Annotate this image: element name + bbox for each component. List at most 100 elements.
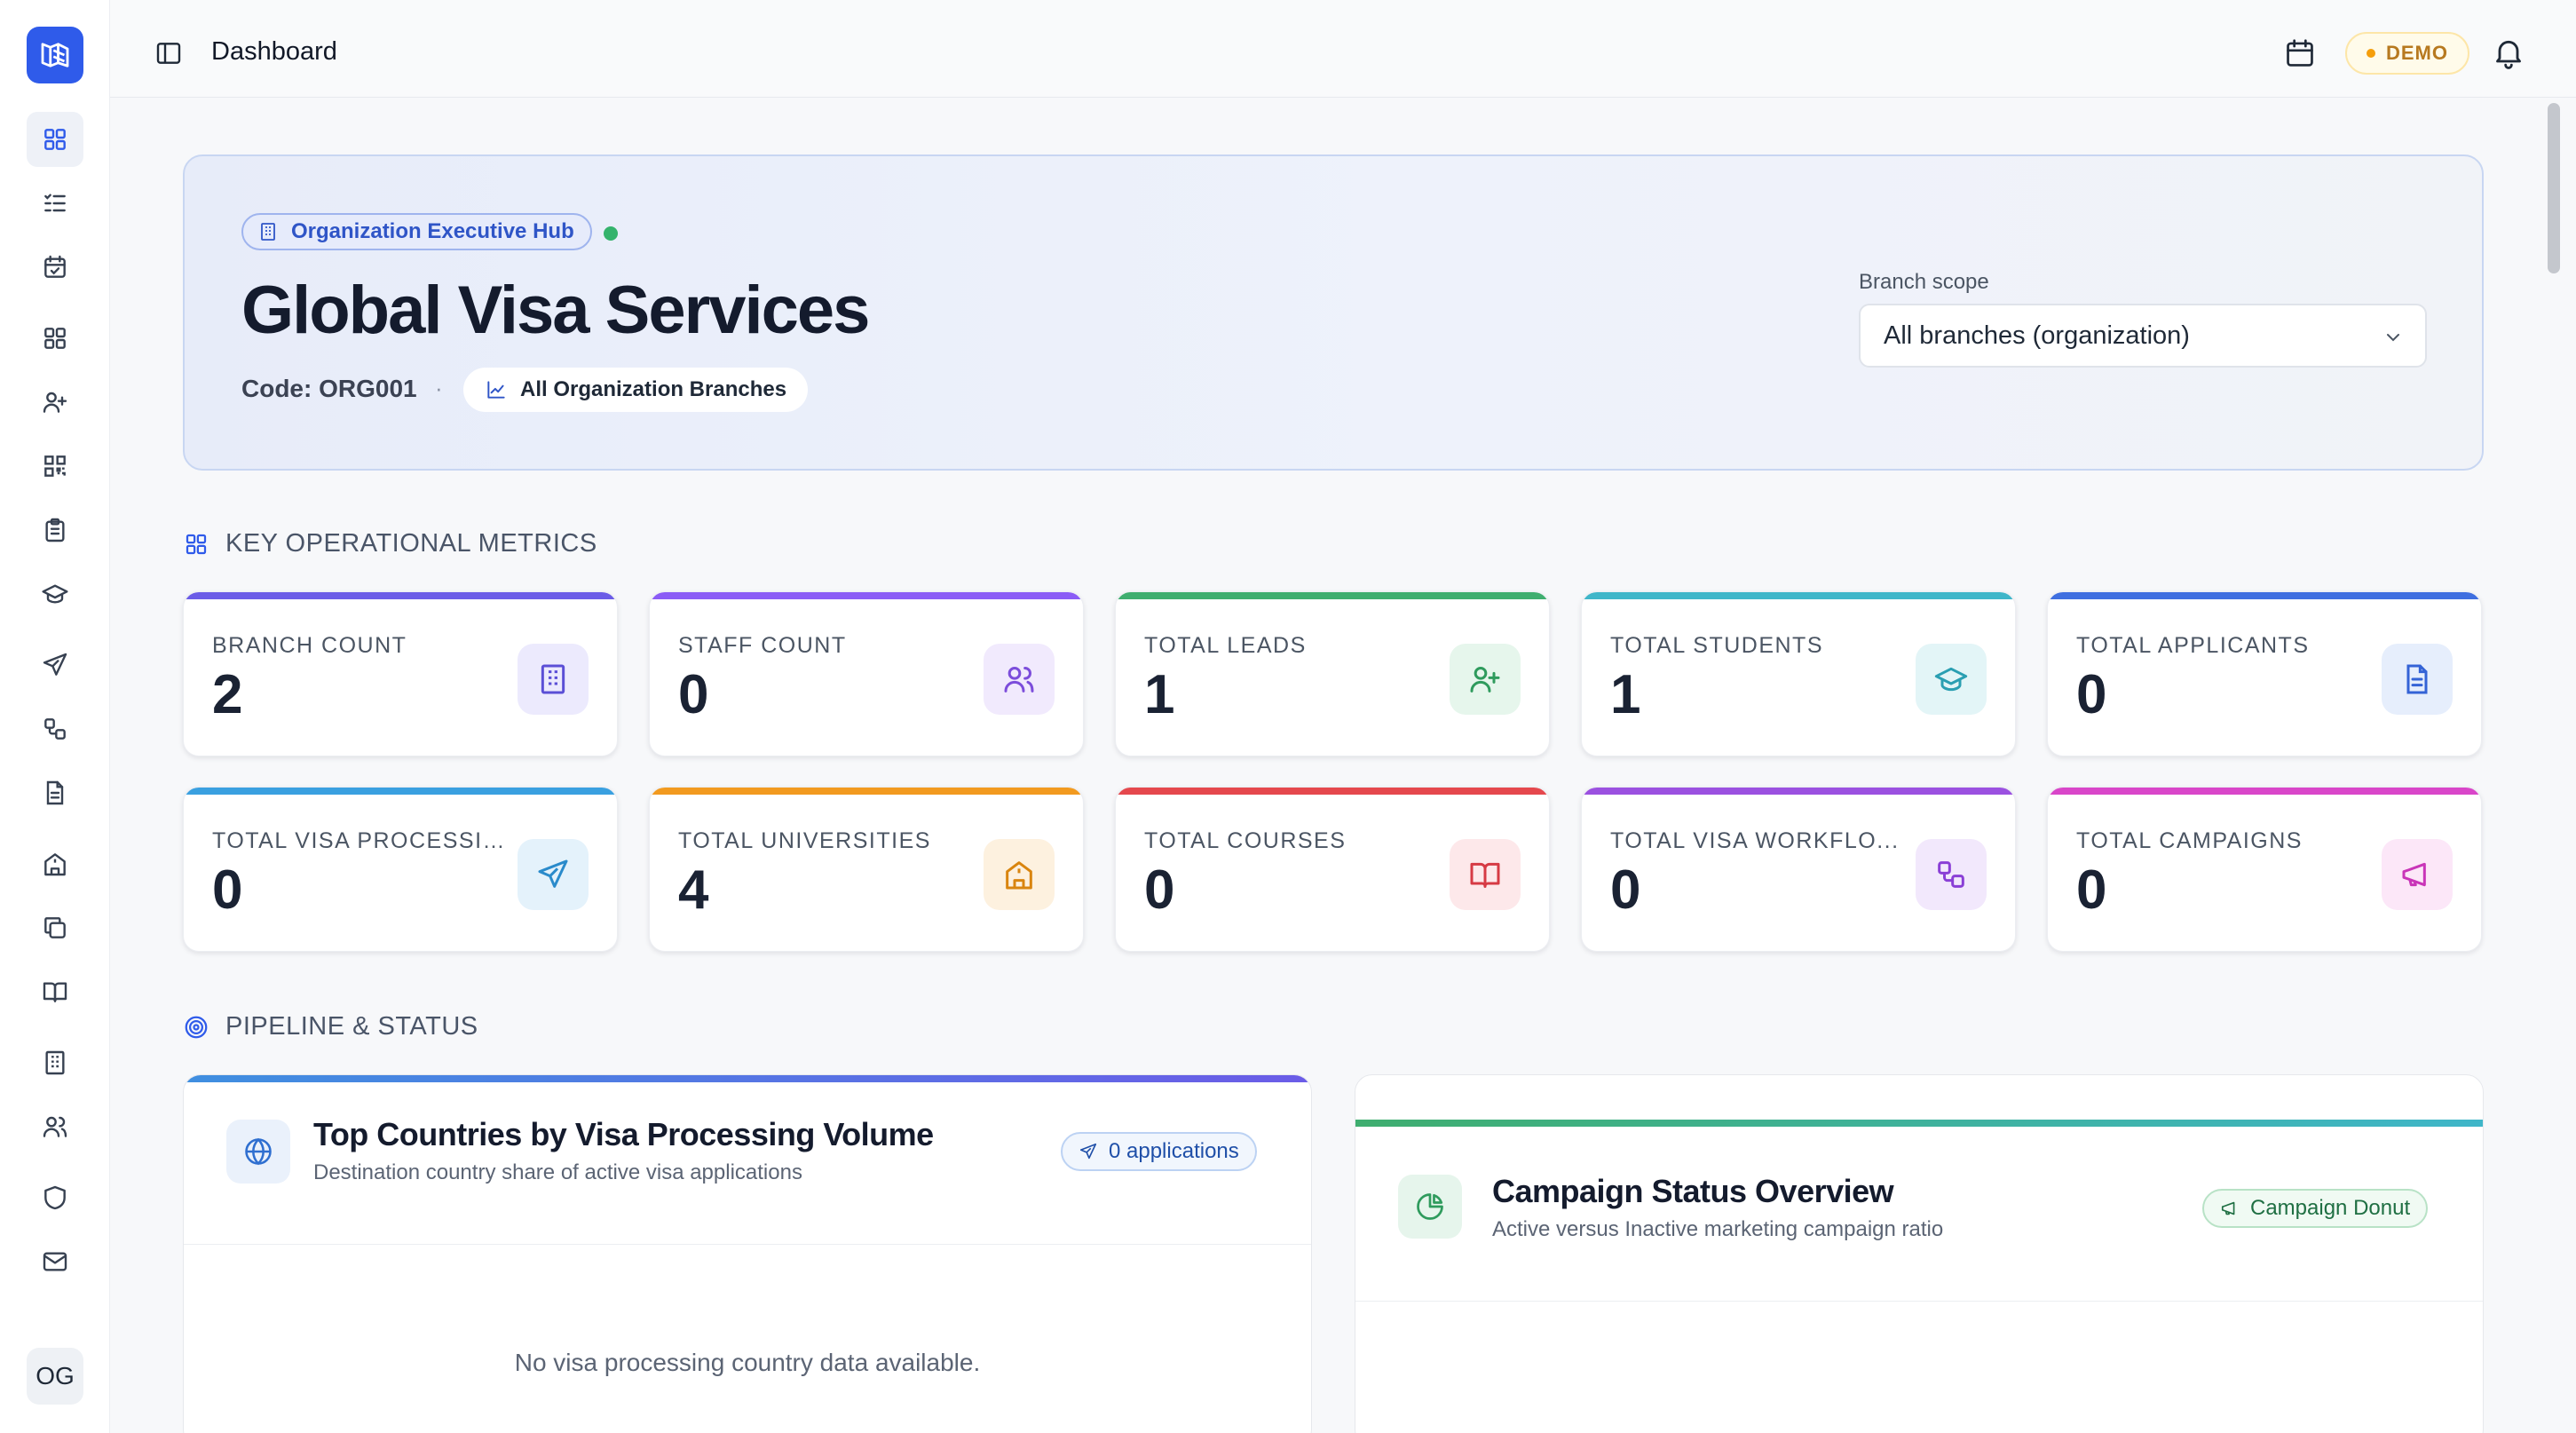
card-accent-bar bbox=[650, 788, 1083, 795]
app-logo[interactable] bbox=[27, 27, 83, 83]
metric-value: 0 bbox=[2076, 664, 2107, 725]
sidebar-item-qr[interactable] bbox=[27, 439, 83, 494]
branches-pill: All Organization Branches bbox=[463, 368, 809, 412]
panel-divider bbox=[184, 1244, 1311, 1245]
sidebar-item-tasks[interactable] bbox=[27, 176, 83, 231]
sidebar-item-documents[interactable] bbox=[27, 765, 83, 820]
metric-value: 0 bbox=[678, 664, 709, 725]
countries-panel: Top Countries by Visa Processing Volume … bbox=[183, 1074, 1312, 1433]
metric-card-total-students[interactable]: TOTAL STUDENTS 1 bbox=[1581, 591, 2016, 756]
card-accent-bar bbox=[1582, 788, 2015, 795]
breadcrumb: Dashboard bbox=[211, 37, 337, 66]
org-hero: Organization Executive Hub Global Visa S… bbox=[183, 154, 2484, 471]
apps-icon bbox=[44, 328, 66, 349]
campaign-panel-subtitle: Active versus Inactive marketing campaig… bbox=[1492, 1217, 1944, 1241]
metric-icon-box bbox=[2382, 839, 2453, 910]
sidebar-item-staff[interactable] bbox=[27, 1099, 83, 1154]
metrics-heading: KEY OPERATIONAL METRICS bbox=[183, 529, 597, 558]
building-icon bbox=[541, 664, 565, 694]
sidebar-item-visa[interactable] bbox=[27, 637, 83, 693]
metric-label: TOTAL APPLICANTS bbox=[2076, 633, 2310, 658]
megaphone-icon bbox=[2221, 1201, 2235, 1215]
sidebar-item-dashboard[interactable] bbox=[27, 112, 83, 167]
university-icon bbox=[44, 853, 66, 876]
sidebar-item-clipboard[interactable] bbox=[27, 503, 83, 558]
metric-card-total-courses[interactable]: TOTAL COURSES 0 bbox=[1115, 787, 1550, 952]
metric-icon-box bbox=[1450, 644, 1521, 715]
metric-card-total-leads[interactable]: TOTAL LEADS 1 bbox=[1115, 591, 1550, 756]
metric-label: BRANCH COUNT bbox=[212, 633, 407, 658]
metric-value: 2 bbox=[212, 664, 243, 725]
sidebar-item-calendar[interactable] bbox=[27, 240, 83, 295]
sidebar-item-leads[interactable] bbox=[27, 375, 83, 430]
metric-icon-box bbox=[2382, 644, 2453, 715]
metric-value: 0 bbox=[2076, 859, 2107, 921]
scrollbar-thumb[interactable] bbox=[2548, 103, 2560, 273]
panel-icon-box bbox=[226, 1120, 290, 1184]
metric-value: 1 bbox=[1144, 664, 1175, 725]
user-plus-icon bbox=[1470, 667, 1500, 693]
branch-scope-select[interactable]: All branches (organization) bbox=[1859, 304, 2427, 368]
campaign-donut-pill: Campaign Donut bbox=[2202, 1189, 2429, 1228]
sidebar-item-mail[interactable] bbox=[27, 1234, 83, 1289]
card-accent-bar bbox=[184, 592, 617, 599]
card-accent-bar bbox=[1116, 592, 1549, 599]
metric-icon-box bbox=[518, 644, 589, 715]
line-chart-icon bbox=[487, 381, 505, 399]
globe-icon bbox=[245, 1137, 272, 1166]
sidebar-item-students[interactable] bbox=[27, 566, 83, 621]
user-avatar[interactable]: OG bbox=[27, 1348, 83, 1405]
bell-icon[interactable] bbox=[2491, 35, 2526, 70]
pie-chart-icon bbox=[1417, 1193, 1443, 1220]
grid-icon bbox=[186, 534, 207, 554]
metric-value: 0 bbox=[1610, 859, 1641, 921]
sidebar-item-universities[interactable] bbox=[27, 836, 83, 891]
users-icon bbox=[43, 1116, 67, 1137]
metrics-heading-label: KEY OPERATIONAL METRICS bbox=[225, 529, 597, 558]
countries-panel-title: Top Countries by Visa Processing Volume bbox=[313, 1116, 934, 1152]
metric-label: TOTAL VISA WORKFLO... bbox=[1610, 828, 1900, 853]
metric-card-total-visa-processing[interactable]: TOTAL VISA PROCESSING 0 bbox=[183, 787, 618, 952]
sidebar-item-security[interactable] bbox=[27, 1170, 83, 1225]
metric-card-staff-count[interactable]: STAFF COUNT 0 bbox=[649, 591, 1084, 756]
metric-icon-box bbox=[1916, 644, 1987, 715]
metric-card-total-visa-workflows[interactable]: TOTAL VISA WORKFLO... 0 bbox=[1581, 787, 2016, 952]
applications-count-label: 0 applications bbox=[1109, 1139, 1239, 1163]
metric-value: 0 bbox=[1144, 859, 1175, 921]
panel-icon-box bbox=[1398, 1175, 1462, 1239]
scrollbar-track[interactable] bbox=[2544, 99, 2565, 1433]
countries-panel-subtitle: Destination country share of active visa… bbox=[313, 1160, 802, 1184]
graduation-cap-icon bbox=[1934, 667, 1968, 692]
hub-badge: Organization Executive Hub bbox=[241, 213, 592, 250]
status-dot bbox=[2367, 49, 2375, 58]
demo-badge: DEMO bbox=[2345, 32, 2469, 75]
sidebar-item-copy[interactable] bbox=[27, 900, 83, 955]
metric-card-total-applicants[interactable]: TOTAL APPLICANTS 0 bbox=[2047, 591, 2482, 756]
campaign-donut-label: Campaign Donut bbox=[2250, 1196, 2411, 1220]
metric-label: STAFF COUNT bbox=[678, 633, 847, 658]
applications-count-pill: 0 applications bbox=[1061, 1132, 1257, 1171]
sidebar-item-apps[interactable] bbox=[27, 311, 83, 366]
metric-card-branch-count[interactable]: BRANCH COUNT 2 bbox=[183, 591, 618, 756]
calendar-icon[interactable] bbox=[2283, 36, 2317, 70]
metric-value: 4 bbox=[678, 859, 709, 921]
sidebar-toggle-icon[interactable] bbox=[154, 39, 183, 67]
metric-card-total-universities[interactable]: TOTAL UNIVERSITIES 4 bbox=[649, 787, 1084, 952]
metric-icon-box bbox=[1450, 839, 1521, 910]
sidebar-item-workflow[interactable] bbox=[27, 701, 83, 756]
users-icon bbox=[1004, 667, 1034, 693]
sidebar-item-branches[interactable] bbox=[27, 1035, 83, 1090]
metric-value: 1 bbox=[1610, 664, 1641, 725]
metric-label: TOTAL COURSES bbox=[1144, 828, 1347, 853]
sidebar-item-courses[interactable] bbox=[27, 964, 83, 1019]
metric-value: 0 bbox=[212, 859, 243, 921]
document-icon bbox=[46, 780, 64, 805]
topbar: Dashboard DEMO bbox=[110, 0, 2576, 98]
metric-card-total-campaigns[interactable]: TOTAL CAMPAIGNS 0 bbox=[2047, 787, 2482, 952]
chevron-down-icon bbox=[2387, 334, 2399, 342]
plane-icon bbox=[43, 653, 67, 676]
graduation-cap-icon bbox=[42, 584, 68, 604]
university-icon bbox=[1006, 861, 1032, 890]
org-code: Code: ORG001 bbox=[241, 375, 417, 402]
pipeline-heading-label: PIPELINE & STATUS bbox=[225, 1012, 478, 1041]
